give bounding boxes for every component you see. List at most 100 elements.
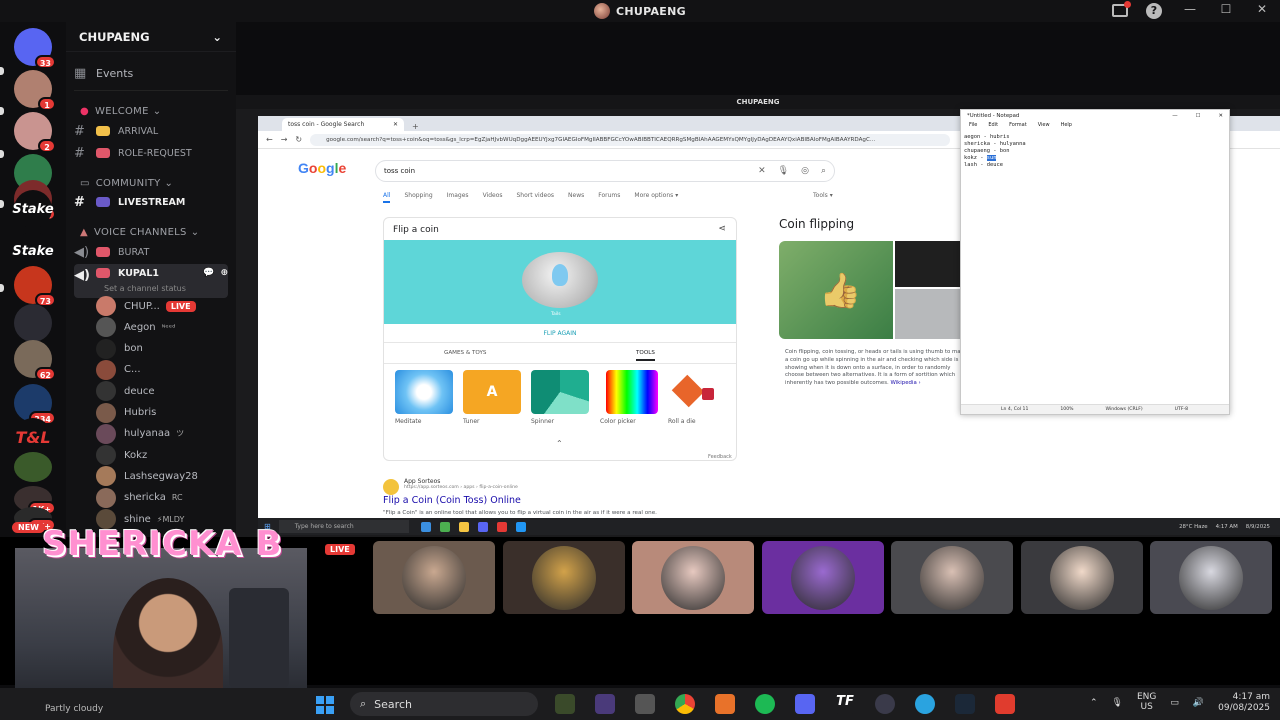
participant-tile[interactable] bbox=[891, 541, 1013, 614]
tuner-tool[interactable]: A bbox=[463, 370, 521, 414]
telegram-icon[interactable] bbox=[915, 694, 935, 714]
start-button[interactable] bbox=[316, 696, 334, 714]
menu-item[interactable]: Help bbox=[1061, 122, 1072, 132]
hand-image[interactable] bbox=[895, 289, 969, 339]
server-icon[interactable]: Stake bbox=[12, 232, 54, 270]
voice-user[interactable]: shericka RC bbox=[96, 487, 228, 508]
collapse-icon[interactable]: ⌃ bbox=[556, 439, 563, 448]
participant-tile[interactable] bbox=[373, 541, 495, 614]
tool-label[interactable]: Spinner bbox=[531, 418, 554, 425]
result-title-link[interactable]: Flip a Coin (Coin Toss) Online bbox=[383, 495, 657, 506]
app-icon[interactable] bbox=[715, 694, 735, 714]
coin-icon[interactable] bbox=[522, 252, 598, 308]
feedback-link[interactable]: Feedback bbox=[708, 454, 732, 460]
new-tab-icon[interactable]: + bbox=[412, 122, 419, 131]
minimize-button[interactable]: — bbox=[1182, 2, 1198, 16]
search-tab[interactable]: News bbox=[568, 192, 584, 203]
app-icon[interactable] bbox=[496, 521, 507, 532]
search-tab[interactable]: Short videos bbox=[517, 192, 555, 203]
settings-icon[interactable] bbox=[635, 694, 655, 714]
voice-user[interactable]: CHUP... LIVE bbox=[96, 296, 228, 316]
clear-icon[interactable]: ✕ bbox=[758, 166, 766, 176]
menu-item[interactable]: Edit bbox=[988, 122, 998, 132]
roll-die-tool[interactable] bbox=[668, 370, 728, 414]
flip-again-button[interactable]: FLIP AGAIN bbox=[384, 330, 736, 337]
lens-icon[interactable]: ◎ bbox=[801, 166, 809, 176]
voice-channel-kupal[interactable]: ◀) KUPAL1 💬 ⊕ Set a channel status bbox=[74, 264, 228, 298]
app-icon[interactable] bbox=[595, 694, 615, 714]
widget-icon[interactable] bbox=[555, 694, 575, 714]
voice-user[interactable]: bon bbox=[96, 338, 228, 359]
weather-widget[interactable]: Partly cloudy bbox=[45, 704, 103, 714]
meditate-tool[interactable] bbox=[395, 370, 453, 414]
search-input[interactable]: toss coin ✕ 🎙 ◎ ⌕ bbox=[375, 160, 835, 182]
taskbar-search[interactable]: ⌕ Search bbox=[350, 692, 538, 716]
server-icon[interactable]: 334 bbox=[14, 384, 56, 425]
chat-icon[interactable]: 💬 bbox=[203, 268, 214, 278]
steam-icon[interactable] bbox=[955, 694, 975, 714]
color-picker-tool[interactable] bbox=[606, 370, 658, 414]
menu-item[interactable]: File bbox=[969, 122, 977, 132]
server-icon[interactable]: 62 bbox=[14, 340, 56, 381]
search-tab[interactable]: Shopping bbox=[404, 192, 432, 203]
coin-image[interactable] bbox=[895, 241, 969, 287]
menu-item[interactable]: View bbox=[1038, 122, 1050, 132]
voice-user[interactable]: deuce bbox=[96, 381, 228, 402]
app-icon[interactable] bbox=[477, 521, 488, 532]
chevron-up-icon[interactable]: ⌃ bbox=[1090, 698, 1098, 708]
search-tab[interactable]: More options ▾ bbox=[634, 192, 678, 203]
url-field[interactable]: google.com/search?q=toss+coin&oq=toss&gs… bbox=[310, 133, 951, 146]
thumbs-up-image[interactable] bbox=[779, 241, 893, 339]
share-icon[interactable]: ⋖ bbox=[718, 224, 726, 234]
reload-icon[interactable]: ↻ bbox=[295, 135, 302, 144]
spotify-icon[interactable] bbox=[755, 694, 775, 714]
network-icon[interactable]: ▭ bbox=[1170, 698, 1179, 708]
language-indicator[interactable]: ENG US bbox=[1137, 692, 1156, 713]
server-header[interactable]: CHUPAENG ⌄ bbox=[66, 22, 236, 52]
maximize-button[interactable]: ☐ bbox=[1196, 113, 1201, 119]
participant-tile[interactable] bbox=[761, 541, 884, 614]
search-tab[interactable]: Forums bbox=[598, 192, 620, 203]
clock[interactable]: 4:17 am 09/08/2025 bbox=[1218, 692, 1270, 715]
app-icon[interactable] bbox=[439, 521, 450, 532]
server-icon[interactable]: 2 bbox=[14, 112, 56, 153]
server-icon[interactable]: 73 bbox=[14, 266, 56, 307]
add-user-icon[interactable]: ⊕ bbox=[220, 268, 228, 278]
spinner-tool[interactable] bbox=[531, 370, 589, 414]
search-icon[interactable]: ⌕ bbox=[821, 166, 826, 176]
voice-user[interactable]: Kokz bbox=[96, 445, 228, 466]
mic-icon[interactable]: 🎙 bbox=[1112, 698, 1123, 708]
category-community[interactable]: ▭ COMMUNITY ⌄ bbox=[74, 173, 228, 193]
google-logo[interactable]: Google bbox=[298, 160, 346, 176]
app-icon[interactable] bbox=[458, 521, 469, 532]
app-icon[interactable] bbox=[875, 694, 895, 714]
menu-item[interactable]: Format bbox=[1009, 122, 1027, 132]
discord-icon[interactable] bbox=[795, 694, 815, 714]
search-tab[interactable]: Images bbox=[447, 192, 469, 203]
tool-label[interactable]: Roll a die bbox=[668, 418, 696, 425]
channel-status[interactable]: Set a channel status bbox=[104, 284, 186, 293]
app-icon[interactable] bbox=[515, 521, 526, 532]
tf-icon[interactable]: TF bbox=[835, 694, 855, 714]
voice-user[interactable]: Hubris bbox=[96, 402, 228, 423]
coin-area[interactable]: Tails bbox=[384, 240, 736, 324]
tab-tools[interactable]: TOOLS bbox=[636, 350, 655, 361]
close-button[interactable]: ✕ bbox=[1218, 113, 1223, 119]
browser-tab[interactable]: toss coin - Google Search ✕ bbox=[282, 118, 404, 131]
wikipedia-link[interactable]: Wikipedia › bbox=[890, 380, 920, 386]
server-icon[interactable]: T&L bbox=[14, 418, 52, 456]
voice-user[interactable]: hulyanaa ツ bbox=[96, 423, 228, 444]
notepad-text-area[interactable]: aegon - hubris shericka - hulyanna chupa… bbox=[961, 132, 1229, 171]
tool-label[interactable]: Meditate bbox=[395, 418, 421, 425]
channel-arrival[interactable]: # ARRIVAL bbox=[74, 121, 228, 141]
category-welcome[interactable]: ● WELCOME ⌄ bbox=[74, 101, 228, 121]
tools-button[interactable]: Tools ▾ bbox=[813, 192, 833, 199]
inner-search-box[interactable]: Type here to search bbox=[278, 520, 409, 533]
search-tab[interactable]: All bbox=[383, 192, 391, 203]
tool-label[interactable]: Tuner bbox=[463, 418, 480, 425]
server-icon[interactable]: Stake bbox=[12, 190, 54, 228]
events-item[interactable]: ▦ Events bbox=[74, 62, 228, 84]
participant-tile[interactable] bbox=[632, 541, 754, 614]
server-icon[interactable] bbox=[14, 452, 52, 482]
back-icon[interactable]: ← bbox=[266, 135, 273, 144]
